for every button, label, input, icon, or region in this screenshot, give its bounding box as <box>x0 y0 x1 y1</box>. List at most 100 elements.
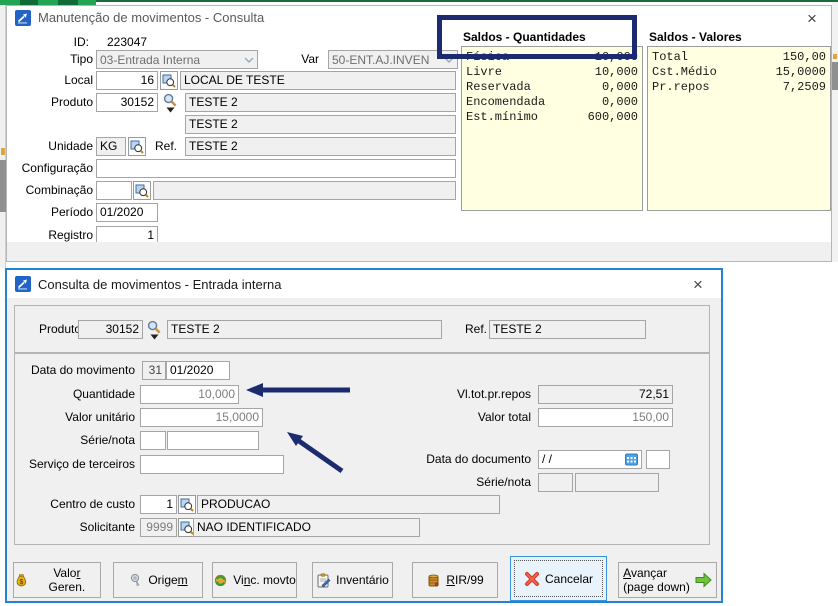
button-label: RIR/99 <box>446 573 483 587</box>
saldos-quantidades-panel: Física10,000 Livre10,000 Reservada0,000 … <box>461 46 643 211</box>
recycle-arrows-icon <box>213 573 228 588</box>
background-right-sliver <box>832 2 838 262</box>
local-desc-field[interactable]: LOCAL DE TESTE <box>180 71 456 90</box>
vinc-movto-button[interactable]: Vinc. movto <box>212 562 297 598</box>
data-movimento-month-field[interactable]: 01/2020 <box>166 361 230 380</box>
saldo-row: Encomendada0,000 <box>466 95 638 110</box>
local-code-field[interactable]: 16 <box>96 71 158 90</box>
saldo-row: Cst.Médio15,0000 <box>652 65 826 80</box>
svg-text:$: $ <box>19 578 23 585</box>
combinacao-label: Combinação <box>11 181 93 200</box>
configuracao-field[interactable] <box>96 159 456 178</box>
combinacao-desc-field[interactable] <box>153 181 456 200</box>
quantidade-field[interactable]: 10,000 <box>140 385 239 404</box>
data-documento-label: Data do documento <box>419 450 531 469</box>
produto-desc2-field[interactable]: TESTE 2 <box>185 115 456 134</box>
red-x-icon <box>524 571 540 587</box>
clipboard-icon <box>316 573 331 588</box>
produto-code-field[interactable]: 30152 <box>96 93 158 112</box>
centro-custo-code-field[interactable]: 1 <box>140 495 177 514</box>
combinacao-code-field[interactable] <box>96 181 132 200</box>
window1-bottom-strip <box>7 242 831 261</box>
produto-code-field[interactable]: 30152 <box>78 320 143 339</box>
saldo-row: Reservada0,000 <box>466 80 638 95</box>
origem-button[interactable]: Origem <box>113 562 203 598</box>
chevron-down-icon <box>244 57 254 63</box>
local-search-button[interactable] <box>160 71 178 90</box>
periodo-field[interactable]: 01/2020 <box>96 203 158 222</box>
calendar-icon[interactable] <box>625 453 638 466</box>
serie-nota-field-1[interactable] <box>140 431 166 450</box>
serie-nota-field-2[interactable] <box>167 431 259 450</box>
produto-desc-field[interactable]: TESTE 2 <box>167 320 442 339</box>
produto-search-button[interactable] <box>146 320 162 342</box>
ref-field[interactable]: TESTE 2 <box>185 137 456 156</box>
unidade-search-button[interactable] <box>128 137 146 156</box>
produto-desc-field[interactable]: TESTE 2 <box>185 93 456 112</box>
window1-titlebar[interactable]: Manutenção de movimentos - Consulta <box>7 6 831 29</box>
local-label: Local <box>21 71 93 90</box>
window2-close-icon[interactable]: × <box>687 275 709 295</box>
inventario-button[interactable]: Inventário <box>312 562 393 598</box>
seal-icon <box>128 573 143 588</box>
saldo-row: Livre10,000 <box>466 65 638 80</box>
rir99-button[interactable]: RIR/99 <box>412 562 498 598</box>
vl-tot-pr-repos-field[interactable]: 72,51 <box>538 385 673 404</box>
combinacao-search-button[interactable] <box>133 181 151 200</box>
magnifier-button-icon <box>180 498 194 512</box>
magnifier-icon <box>147 320 161 334</box>
cancelar-button[interactable]: Cancelar <box>510 556 607 601</box>
barrel-icon <box>426 573 441 588</box>
servico-terceiros-field[interactable] <box>140 455 284 474</box>
solicitante-code-field[interactable]: 9999 <box>140 518 177 537</box>
magnifier-button-icon <box>162 74 176 88</box>
solicitante-desc-field[interactable]: NAO IDENTIFICADO <box>193 518 420 537</box>
configuracao-label: Configuração <box>11 159 93 178</box>
serie-nota-label: Série/nota <box>15 431 135 450</box>
saldo-row: Pr.repos7,2509 <box>652 80 826 95</box>
valor-total-field[interactable]: 150,00 <box>538 408 673 427</box>
button-label: Inventário <box>336 573 389 587</box>
serie-nota-doc-field-1[interactable] <box>538 473 573 492</box>
window-consulta-movimentos: Consulta de movimentos - Entrada interna… <box>5 268 723 603</box>
tipo-value: 03-Entrada Interna <box>100 53 200 67</box>
saldos-valores-panel: Total150,00 Cst.Médio15,0000 Pr.repos7,2… <box>647 46 831 211</box>
data-documento-extra-field[interactable] <box>646 450 670 469</box>
window1-close-icon[interactable]: × <box>801 9 823 29</box>
window2-title: Consulta de movimentos - Entrada interna <box>38 277 282 292</box>
produto-label: Produto <box>21 93 93 112</box>
ref-label: Ref. <box>457 320 487 339</box>
centro-custo-desc-field[interactable]: PRODUCAO <box>197 495 500 514</box>
trend-arrow-icon <box>15 10 31 26</box>
var-dropdown[interactable]: 50-ENT.AJ.INVEN <box>328 50 458 69</box>
centro-custo-search-button[interactable] <box>178 495 196 514</box>
data-movimento-day-field[interactable]: 31 <box>142 361 166 380</box>
tipo-dropdown[interactable]: 03-Entrada Interna <box>96 50 258 69</box>
serie-nota-doc-field-2[interactable] <box>575 473 659 492</box>
saldo-row: Total150,00 <box>652 50 826 65</box>
data-movimento-label: Data do movimento <box>15 361 135 380</box>
valor-total-label: Valor total <box>419 408 531 427</box>
window2-titlebar[interactable]: Consulta de movimentos - Entrada interna <box>7 270 721 298</box>
saldo-row: Est.mínimo600,000 <box>466 110 638 125</box>
chevron-down-icon <box>166 107 175 113</box>
tipo-label: Tipo <box>21 50 93 69</box>
money-bag-icon: $ <box>14 573 29 588</box>
produto-search-button[interactable] <box>162 93 178 115</box>
valor-unitario-label: Valor unitário <box>15 408 135 427</box>
vl-tot-pr-repos-label: Vl.tot.pr.repos <box>419 385 531 404</box>
green-arrow-right-icon <box>695 572 712 588</box>
quantidade-label: Quantidade <box>15 385 135 404</box>
background-icon-fragment <box>1 148 5 155</box>
var-value: 50-ENT.AJ.INVEN <box>332 53 429 67</box>
button-label: Origem <box>148 573 187 587</box>
window1-title: Manutenção de movimentos - Consulta <box>38 10 264 25</box>
ref-field[interactable]: TESTE 2 <box>489 320 646 339</box>
centro-custo-label: Centro de custo <box>15 495 135 514</box>
background-icon-fragment <box>833 54 837 59</box>
avancar-button[interactable]: Avançar (page down) <box>618 562 717 598</box>
unidade-field[interactable]: KG <box>96 137 126 156</box>
valor-unitario-field[interactable]: 15,0000 <box>140 408 263 427</box>
data-documento-field[interactable]: / / <box>538 450 642 469</box>
valor-geren-button[interactable]: $ Valor Geren. <box>13 562 101 598</box>
